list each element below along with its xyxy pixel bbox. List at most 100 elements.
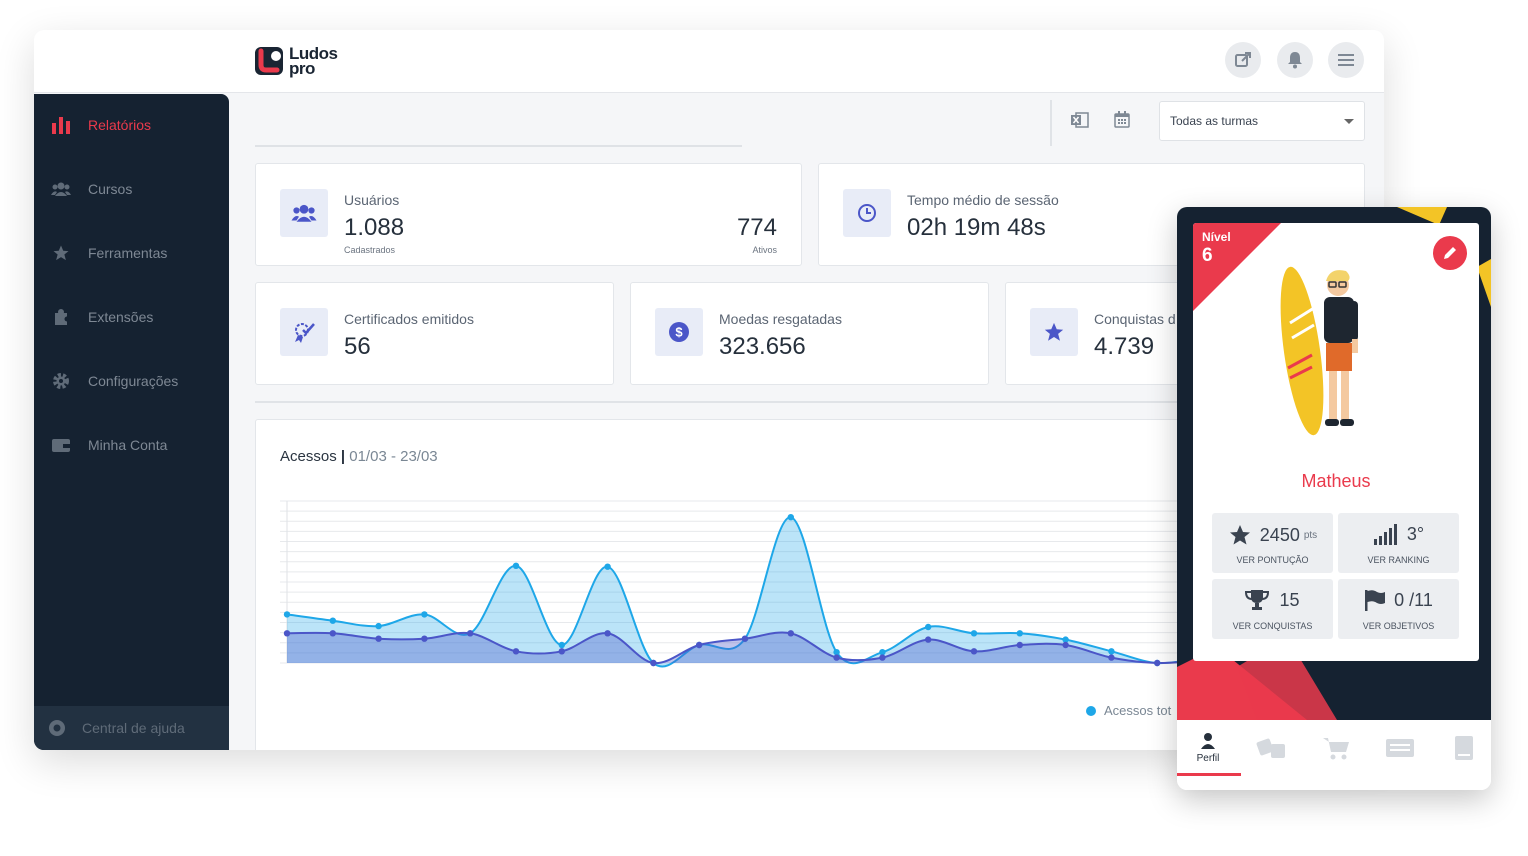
points-unit: pts [1303, 529, 1318, 541]
data-point[interactable] [467, 630, 474, 637]
level-label: Nível [1202, 230, 1231, 244]
chart-title: Acessos | 01/03 - 23/03 [280, 448, 438, 465]
clock-icon [843, 189, 891, 237]
ludos-logo[interactable]: Ludos pro [255, 44, 338, 78]
tab-games[interactable] [1241, 720, 1303, 776]
class-filter-select[interactable]: Todas as turmas [1159, 101, 1365, 141]
data-point[interactable] [329, 617, 336, 624]
sidebar-item-configuracoes[interactable]: Configurações [34, 361, 229, 401]
data-point[interactable] [375, 635, 382, 642]
notifications-button[interactable] [1277, 42, 1313, 78]
help-center-link[interactable]: Central de ajuda [34, 706, 229, 750]
sidebar-item-ferramentas[interactable]: Ferramentas [34, 233, 229, 273]
view-achievements-button[interactable]: 15 VER CONQUISTAS [1212, 579, 1333, 639]
data-point[interactable] [787, 514, 794, 521]
chart-title-separator: | [340, 448, 346, 465]
data-point[interactable] [970, 648, 978, 655]
users-card: Usuários 1.088 Cadastrados 774 Ativos [255, 163, 802, 266]
data-point[interactable] [925, 623, 932, 631]
class-filter-value: Todas as turmas [1170, 114, 1259, 128]
book-icon [1455, 736, 1473, 760]
data-point[interactable] [879, 654, 886, 661]
data-point[interactable] [558, 641, 565, 649]
data-point[interactable] [283, 630, 291, 637]
users-registered-caption: Cadastrados [344, 245, 396, 255]
level-value: 6 [1202, 245, 1213, 266]
view-points-button[interactable]: 2450 pts VER PONTUÇÃO [1212, 513, 1333, 573]
data-point[interactable] [329, 630, 336, 637]
bell-icon [1288, 52, 1302, 69]
external-link-icon [1235, 52, 1251, 67]
star-icon [50, 242, 72, 264]
users-registered-value: 1.088 [344, 214, 405, 241]
data-point[interactable] [512, 562, 520, 569]
data-point[interactable] [696, 641, 703, 649]
data-point[interactable] [741, 635, 749, 642]
points-label: VER PONTUÇÃO [1236, 555, 1309, 565]
data-point[interactable] [787, 630, 794, 637]
trophy-icon [1245, 590, 1270, 610]
sidebar-item-relatorios[interactable]: Relatórios [34, 105, 229, 145]
data-point[interactable] [375, 622, 382, 630]
achievements-label: VER CONQUISTAS [1232, 621, 1313, 631]
player-name: Matheus [1301, 471, 1371, 491]
tab-store[interactable] [1305, 720, 1367, 776]
data-point[interactable] [421, 611, 428, 618]
data-point[interactable] [925, 636, 932, 643]
lifebuoy-icon [48, 719, 66, 737]
star-icon [1229, 525, 1250, 545]
star-icon [1030, 308, 1078, 356]
achievements-count: 15 [1279, 589, 1300, 610]
logo-line-2: pro [289, 59, 315, 78]
data-point[interactable] [604, 563, 611, 570]
data-point[interactable] [833, 654, 840, 661]
session-time-value: 02h 19m 48s [907, 214, 1046, 241]
menu-button[interactable] [1328, 42, 1364, 78]
sidebar-item-label: Extensões [88, 309, 154, 325]
sidebar-item-label: Minha Conta [88, 437, 168, 453]
users-icon [50, 178, 72, 200]
sidebar-item-cursos[interactable]: Cursos [34, 169, 229, 209]
sidebar-item-extensoes[interactable]: Extensões [34, 297, 229, 337]
sidebar-item-label: Ferramentas [88, 245, 168, 261]
data-point[interactable] [1016, 630, 1023, 637]
data-point[interactable] [1016, 641, 1023, 649]
data-point[interactable] [650, 659, 657, 667]
external-link-button[interactable] [1225, 42, 1261, 78]
tab-profile-label: Perfil [1196, 753, 1220, 764]
data-point[interactable] [1062, 641, 1069, 649]
users-active-value: 774 [736, 214, 777, 241]
data-point[interactable] [604, 630, 611, 637]
users-active-caption: Ativos [752, 245, 777, 255]
active-tab-indicator [1177, 773, 1241, 776]
data-point[interactable] [512, 648, 520, 655]
tab-profile[interactable]: Perfil [1177, 720, 1239, 776]
data-point[interactable] [1154, 659, 1161, 667]
data-point[interactable] [558, 648, 565, 655]
view-objectives-button[interactable]: 0 /11 VER OBJETIVOS [1338, 579, 1459, 639]
sidebar-item-minha-conta[interactable]: Minha Conta [34, 425, 229, 465]
achievements-label: Conquistas d [1094, 311, 1176, 327]
data-point[interactable] [970, 630, 978, 637]
ranking-label: VER RANKING [1367, 555, 1430, 565]
logo-mark-icon [255, 45, 285, 77]
data-point[interactable] [421, 635, 428, 642]
view-ranking-button[interactable]: 3° VER RANKING [1338, 513, 1459, 573]
users-card-label: Usuários [344, 192, 400, 208]
data-point[interactable] [1108, 654, 1115, 661]
tab-news[interactable] [1369, 720, 1431, 776]
chart-legend[interactable]: Acessos tot [1086, 703, 1171, 718]
filter-separator [1050, 100, 1052, 146]
bar-chart-icon [50, 114, 72, 136]
session-time-label: Tempo médio de sessão [907, 192, 1059, 208]
date-picker-button[interactable] [1114, 111, 1130, 133]
edit-profile-button[interactable] [1433, 236, 1467, 270]
data-point[interactable] [1108, 648, 1115, 655]
data-point[interactable] [283, 611, 291, 618]
chart-date-range: 01/03 - 23/03 [349, 448, 438, 465]
export-excel-button[interactable] [1071, 112, 1089, 133]
users-icon [280, 189, 328, 237]
avatar-surfer[interactable] [1280, 263, 1380, 443]
tab-library[interactable] [1433, 720, 1491, 776]
wallet-icon [50, 434, 72, 456]
